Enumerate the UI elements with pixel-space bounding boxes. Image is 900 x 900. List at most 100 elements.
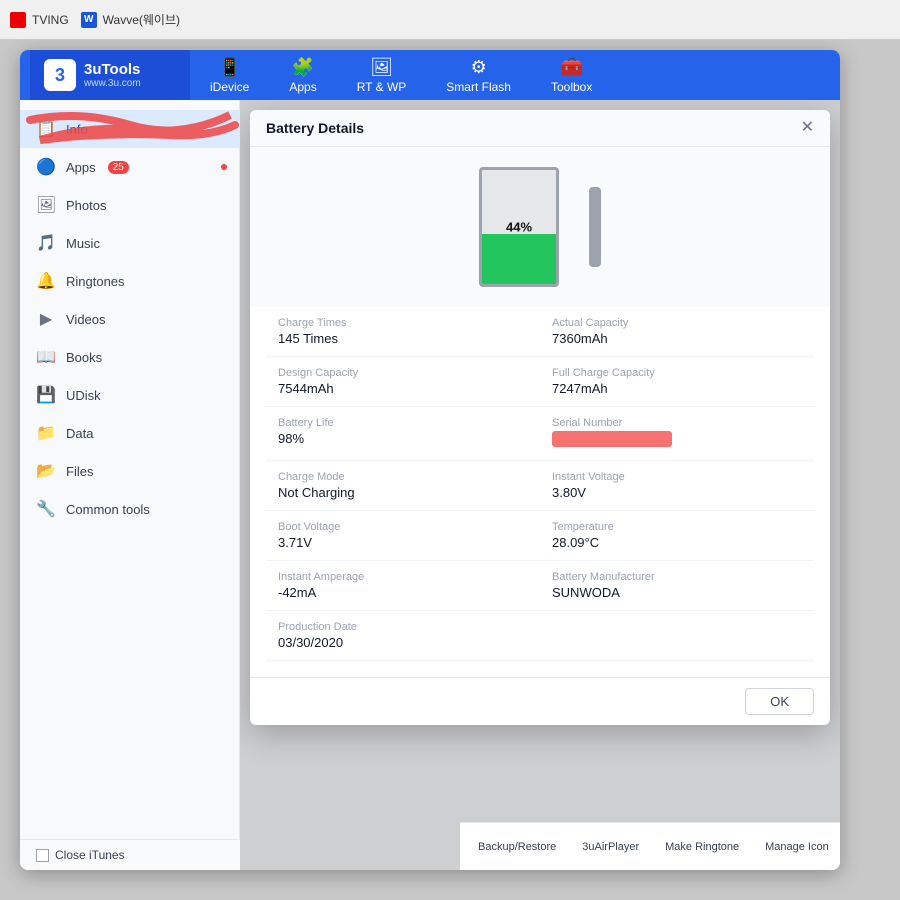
detail-charge-times-label: Charge Times	[278, 317, 528, 329]
sidebar-commontools-label: Common tools	[66, 502, 150, 517]
sidebar-photos-label: Photos	[66, 198, 106, 213]
detail-boot-voltage-label: Boot Voltage	[278, 521, 528, 533]
app-title: 3uTools	[84, 61, 141, 78]
smartflash-icon: ⚙	[471, 57, 487, 78]
detail-battery-life-label: Battery Life	[278, 417, 528, 429]
app-logo-icon: 3	[44, 59, 76, 91]
logo-text: 3uTools www.3u.com	[84, 61, 141, 89]
browser-tab-wavve[interactable]: W Wavve(웨이브)	[81, 11, 180, 28]
sidebar-item-ringtones[interactable]: 🔔 Ringtones	[20, 262, 239, 300]
detail-actual-capacity-label: Actual Capacity	[552, 317, 802, 329]
rtwp-icon: 🖼	[370, 57, 393, 78]
apps-badge-dot	[221, 164, 227, 170]
battery-connector	[589, 187, 601, 267]
detail-charge-times: Charge Times 145 Times	[266, 307, 540, 357]
sidebar-item-videos[interactable]: ▶ Videos	[20, 300, 239, 338]
udisk-icon: 💾	[36, 385, 56, 405]
sidebar-item-apps[interactable]: 🔵 Apps 25	[20, 148, 239, 186]
detail-production-date-label: Production Date	[278, 621, 528, 633]
sidebar-item-info[interactable]: 📋 Info	[20, 110, 239, 148]
sidebar-files-label: Files	[66, 464, 93, 479]
sidebar-item-data[interactable]: 📁 Data	[20, 414, 239, 452]
detail-battery-life-value: 98%	[278, 431, 528, 446]
modal-close-button[interactable]: ✕	[801, 120, 814, 136]
battery-visual-area: 44%	[250, 147, 830, 307]
nav-tab-rtwp-label: RT & WP	[357, 80, 407, 94]
detail-design-capacity: Design Capacity 7544mAh	[266, 357, 540, 407]
sidebar-udisk-label: UDisk	[66, 388, 101, 403]
files-icon: 📂	[36, 461, 56, 481]
sidebar-ringtones-label: Ringtones	[66, 274, 125, 289]
detail-boot-voltage: Boot Voltage 3.71V	[266, 511, 540, 561]
bottom-toolbar: Backup/Restore 3uAirPlayer Make Ringtone…	[460, 822, 840, 870]
content-area: Battery Details ✕ 44%	[240, 100, 840, 870]
tving-label: TVING	[32, 13, 69, 27]
detail-temperature-value: 28.09°C	[552, 535, 802, 550]
detail-instant-amperage: Instant Amperage -42mA	[266, 561, 540, 611]
browser-tab-tving[interactable]: TVING	[10, 12, 69, 28]
ok-button[interactable]: OK	[745, 688, 814, 715]
modal-title: Battery Details	[266, 120, 364, 136]
detail-boot-voltage-value: 3.71V	[278, 535, 528, 550]
detail-instant-voltage-value: 3.80V	[552, 485, 802, 500]
modal-overlay: Battery Details ✕ 44%	[240, 100, 840, 870]
music-icon: 🎵	[36, 233, 56, 253]
nav-tab-apps-label: Apps	[289, 80, 316, 94]
detail-charge-times-value: 145 Times	[278, 331, 528, 346]
battery-percent-label: 44%	[506, 220, 532, 235]
sidebar-item-files[interactable]: 📂 Files	[20, 452, 239, 490]
sidebar-item-commontools[interactable]: 🔧 Common tools	[20, 490, 239, 528]
browser-bar: TVING W Wavve(웨이브)	[0, 0, 900, 40]
toolbox-icon: 🧰	[560, 57, 582, 78]
close-itunes-bar[interactable]: Close iTunes	[20, 839, 240, 870]
sidebar-item-books[interactable]: 📖 Books	[20, 338, 239, 376]
books-icon: 📖	[36, 347, 56, 367]
nav-tab-idevice[interactable]: 📱 iDevice	[190, 50, 269, 100]
close-itunes-label: Close iTunes	[55, 848, 125, 862]
detail-charge-mode-label: Charge Mode	[278, 471, 528, 483]
detail-charge-mode: Charge Mode Not Charging	[266, 461, 540, 511]
detail-battery-manufacturer-value: SUNWODA	[552, 585, 802, 600]
logo-area: 3 3uTools www.3u.com	[30, 50, 190, 100]
detail-design-capacity-value: 7544mAh	[278, 381, 528, 396]
close-itunes-checkbox[interactable]	[36, 849, 49, 862]
sidebar-videos-label: Videos	[66, 312, 106, 327]
commontools-icon: 🔧	[36, 499, 56, 519]
toolbar-manage-icon[interactable]: Manage Icon	[757, 837, 837, 857]
detail-production-date: Production Date 03/30/2020	[266, 611, 540, 661]
toolbar-make-ringtone[interactable]: Make Ringtone	[657, 837, 747, 857]
serial-number-redacted	[552, 431, 672, 447]
modal-footer: OK	[250, 677, 830, 725]
main-content: 📋 Info 🔵 Apps 25 🖼 Photos 🎵 Music 🔔 Ring…	[20, 100, 840, 870]
battery-fill	[482, 234, 556, 284]
battery-icon: 44%	[479, 167, 559, 287]
detail-actual-capacity-value: 7360mAh	[552, 331, 802, 346]
sidebar-music-label: Music	[66, 236, 100, 251]
detail-instant-voltage-label: Instant Voltage	[552, 471, 802, 483]
sidebar-apps-label: Apps	[66, 160, 96, 175]
nav-tab-rtwp[interactable]: 🖼 RT & WP	[337, 50, 427, 100]
app-url: www.3u.com	[84, 78, 141, 89]
detail-charge-mode-value: Not Charging	[278, 485, 528, 500]
sidebar-item-music[interactable]: 🎵 Music	[20, 224, 239, 262]
battery-details-modal: Battery Details ✕ 44%	[250, 110, 830, 725]
nav-tab-smartflash[interactable]: ⚙ Smart Flash	[426, 50, 531, 100]
nav-tab-apps[interactable]: 🧩 Apps	[269, 50, 336, 100]
videos-icon: ▶	[36, 309, 56, 329]
data-icon: 📁	[36, 423, 56, 443]
detail-battery-manufacturer-label: Battery Manufacturer	[552, 571, 802, 583]
nav-tab-toolbox-label: Toolbox	[551, 80, 592, 94]
nav-tabs: 📱 iDevice 🧩 Apps 🖼 RT & WP ⚙ Smart Flash…	[190, 50, 830, 100]
wavve-label: Wavve(웨이브)	[103, 11, 180, 28]
detail-serial-number-value	[552, 431, 802, 450]
tving-icon	[10, 12, 26, 28]
sidebar-item-photos[interactable]: 🖼 Photos	[20, 186, 239, 224]
nav-tab-toolbox[interactable]: 🧰 Toolbox	[531, 50, 612, 100]
detail-instant-amperage-value: -42mA	[278, 585, 528, 600]
detail-instant-voltage: Instant Voltage 3.80V	[540, 461, 814, 511]
sidebar-item-udisk[interactable]: 💾 UDisk	[20, 376, 239, 414]
toolbar-backup-restore[interactable]: Backup/Restore	[470, 837, 564, 857]
idevice-icon: 📱	[218, 57, 240, 78]
toolbar-airplayer[interactable]: 3uAirPlayer	[574, 837, 647, 857]
app-container: 3 3uTools www.3u.com 📱 iDevice 🧩 Apps 🖼 …	[20, 50, 840, 870]
